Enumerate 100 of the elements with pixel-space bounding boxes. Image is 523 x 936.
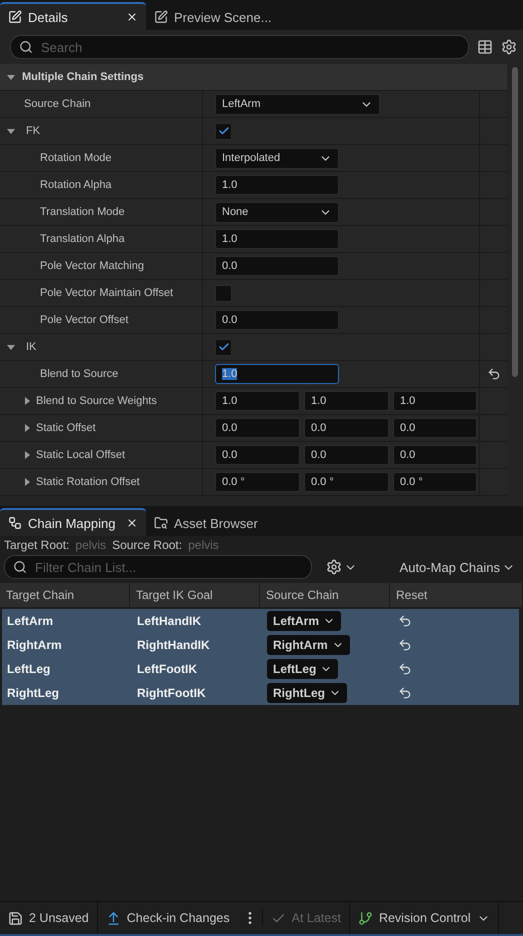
root-label: Target Root: (4, 538, 70, 552)
property-label: Rotation Alpha (40, 179, 112, 191)
folder-search-icon (154, 516, 168, 530)
column-header[interactable]: Target IK Goal (130, 583, 260, 607)
caret-icon[interactable] (22, 477, 32, 487)
property-label: Translation Mode (40, 206, 125, 218)
panel-tab[interactable]: Asset Browser (146, 508, 292, 536)
checkbox[interactable] (215, 122, 232, 140)
section-header[interactable]: Multiple Chain Settings (0, 64, 507, 91)
caret-icon[interactable] (6, 126, 16, 136)
reset-icon[interactable] (398, 686, 412, 700)
status-button[interactable]: 2 Unsaved (0, 902, 98, 934)
search-field[interactable]: Search (39, 38, 460, 56)
settings-icon (326, 559, 342, 575)
filter-field[interactable]: Filter Chain List... (33, 558, 303, 576)
number-field[interactable]: 0.0 (215, 418, 300, 438)
number-field[interactable]: 0.0 (393, 418, 477, 438)
property-label: Rotation Mode (40, 152, 112, 164)
reset-icon[interactable] (486, 367, 500, 381)
table-cell: RightHandIK (132, 633, 262, 657)
number-field[interactable]: 0.0 ° (304, 472, 389, 492)
panel-tab[interactable]: Details (0, 2, 146, 30)
caret-icon[interactable] (22, 450, 32, 460)
table-cell: LeftHandIK (132, 609, 262, 633)
check-icon (218, 341, 230, 353)
root-label: Source Root: (112, 538, 182, 552)
settings-icon[interactable] (501, 39, 517, 55)
property-label: Static Local Offset (36, 449, 126, 461)
panel-tab[interactable]: Preview Scene... (146, 2, 292, 30)
search-box[interactable]: Search (10, 35, 469, 59)
property-label: Source Chain (24, 98, 91, 110)
checkbox[interactable] (215, 338, 232, 356)
source-chain-dropdown[interactable]: RightArm (267, 635, 350, 655)
search-icon (13, 560, 27, 574)
root-value: pelvis (75, 538, 106, 552)
property-label: Static Rotation Offset (36, 476, 140, 488)
number-field[interactable]: 1.0 (215, 391, 300, 411)
caret-icon[interactable] (22, 423, 32, 433)
panel-tab[interactable]: Chain Mapping (0, 508, 146, 536)
scrollbar[interactable] (512, 67, 518, 377)
close-icon[interactable] (126, 11, 138, 23)
table-cell: LeftLeg (2, 657, 132, 681)
pencil-icon (8, 10, 22, 24)
number-field[interactable]: 0.0 (215, 310, 339, 330)
number-field[interactable]: 1.0 (215, 364, 339, 384)
number-field[interactable]: 0.0 ° (215, 472, 300, 492)
number-field[interactable]: 0.0 (215, 445, 300, 465)
branch-icon (358, 910, 373, 926)
reset-icon[interactable] (398, 638, 412, 652)
root-value: pelvis (188, 538, 219, 552)
status-button[interactable]: Revision Control (350, 902, 499, 934)
close-icon[interactable] (126, 517, 138, 529)
property-label: Blend to Source (40, 368, 118, 380)
number-field[interactable]: 1.0 (215, 229, 339, 249)
caret-icon[interactable] (22, 396, 32, 406)
column-header[interactable]: Target Chain (0, 583, 130, 607)
property-dropdown[interactable]: LeftArm (215, 94, 380, 114)
property-label: Translation Alpha (40, 233, 125, 245)
source-chain-dropdown[interactable]: LeftArm (267, 611, 342, 631)
status-button[interactable]: Check-in Changes (98, 902, 238, 934)
table-icon[interactable] (477, 39, 493, 55)
caret-icon[interactable] (6, 342, 16, 352)
number-field[interactable]: 1.0 (215, 175, 339, 195)
search-icon (19, 40, 33, 54)
save-icon (8, 910, 23, 926)
check-icon (218, 125, 230, 137)
table-cell: RightFootIK (132, 681, 262, 705)
property-label: Pole Vector Maintain Offset (40, 287, 174, 299)
property-label: IK (26, 341, 36, 353)
property-label: Pole Vector Matching (40, 260, 144, 272)
table-cell: LeftFootIK (132, 657, 262, 681)
number-field[interactable]: 0.0 ° (393, 472, 477, 492)
number-field[interactable]: 1.0 (304, 391, 389, 411)
source-chain-dropdown[interactable]: RightLeg (267, 683, 347, 703)
number-field[interactable]: 0.0 (304, 418, 389, 438)
reset-icon[interactable] (398, 662, 412, 676)
property-dropdown[interactable]: None (215, 202, 339, 222)
column-header[interactable]: Source Chain (260, 583, 390, 607)
pencil-icon (154, 10, 168, 24)
property-label: FK (26, 125, 40, 137)
number-field[interactable]: 0.0 (304, 445, 389, 465)
property-label: Static Offset (36, 422, 96, 434)
caret-icon[interactable] (6, 72, 16, 82)
auto-map-button[interactable]: Auto-Map Chains (396, 560, 519, 574)
property-dropdown[interactable]: Interpolated (215, 148, 339, 168)
filter-box[interactable]: Filter Chain List... (4, 555, 312, 579)
workflow-icon (8, 516, 22, 530)
reset-icon[interactable] (398, 614, 412, 628)
table-cell: RightLeg (2, 681, 132, 705)
checkbox[interactable] (215, 284, 232, 302)
source-chain-dropdown[interactable]: LeftLeg (267, 659, 338, 679)
upload-icon (106, 910, 121, 926)
number-field[interactable]: 1.0 (393, 391, 477, 411)
table-cell: RightArm (2, 633, 132, 657)
table-cell: LeftArm (2, 609, 132, 633)
number-field[interactable]: 0.0 (215, 256, 339, 276)
property-label: Pole Vector Offset (40, 314, 128, 326)
column-header[interactable]: Reset (390, 583, 523, 607)
property-label: Blend to Source Weights (36, 395, 157, 407)
number-field[interactable]: 0.0 (393, 445, 477, 465)
